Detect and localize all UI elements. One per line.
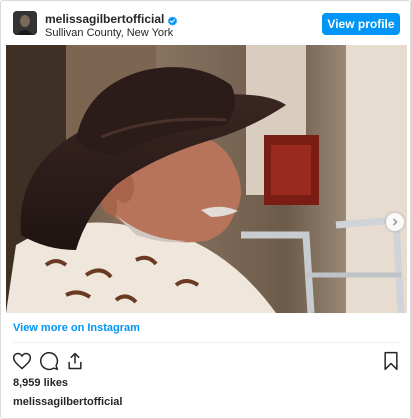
next-photo-button[interactable] [386,213,404,231]
avatar[interactable] [13,11,37,35]
post-photo[interactable] [6,45,407,313]
verified-badge-icon [167,14,178,26]
account-username[interactable]: melissagilbertofficial [45,12,164,26]
share-icon[interactable] [65,351,85,371]
view-profile-button[interactable]: View profile [322,13,400,35]
post-header: melissagilbertofficial Sullivan County, … [1,1,410,45]
instagram-embed: melissagilbertofficial Sullivan County, … [0,0,411,419]
divider [13,342,400,343]
likes-count[interactable]: 8,959 likes [13,377,68,389]
bookmark-icon[interactable] [381,351,401,371]
comment-icon[interactable] [39,351,59,371]
view-more-link[interactable]: View more on Instagram [13,322,140,334]
heart-icon[interactable] [12,351,32,371]
username-row: melissagilbertofficial [45,12,178,26]
chevron-right-icon [391,213,399,231]
caption-username[interactable]: melissagilbertofficial [13,396,122,408]
post-location[interactable]: Sullivan County, New York [45,27,173,39]
